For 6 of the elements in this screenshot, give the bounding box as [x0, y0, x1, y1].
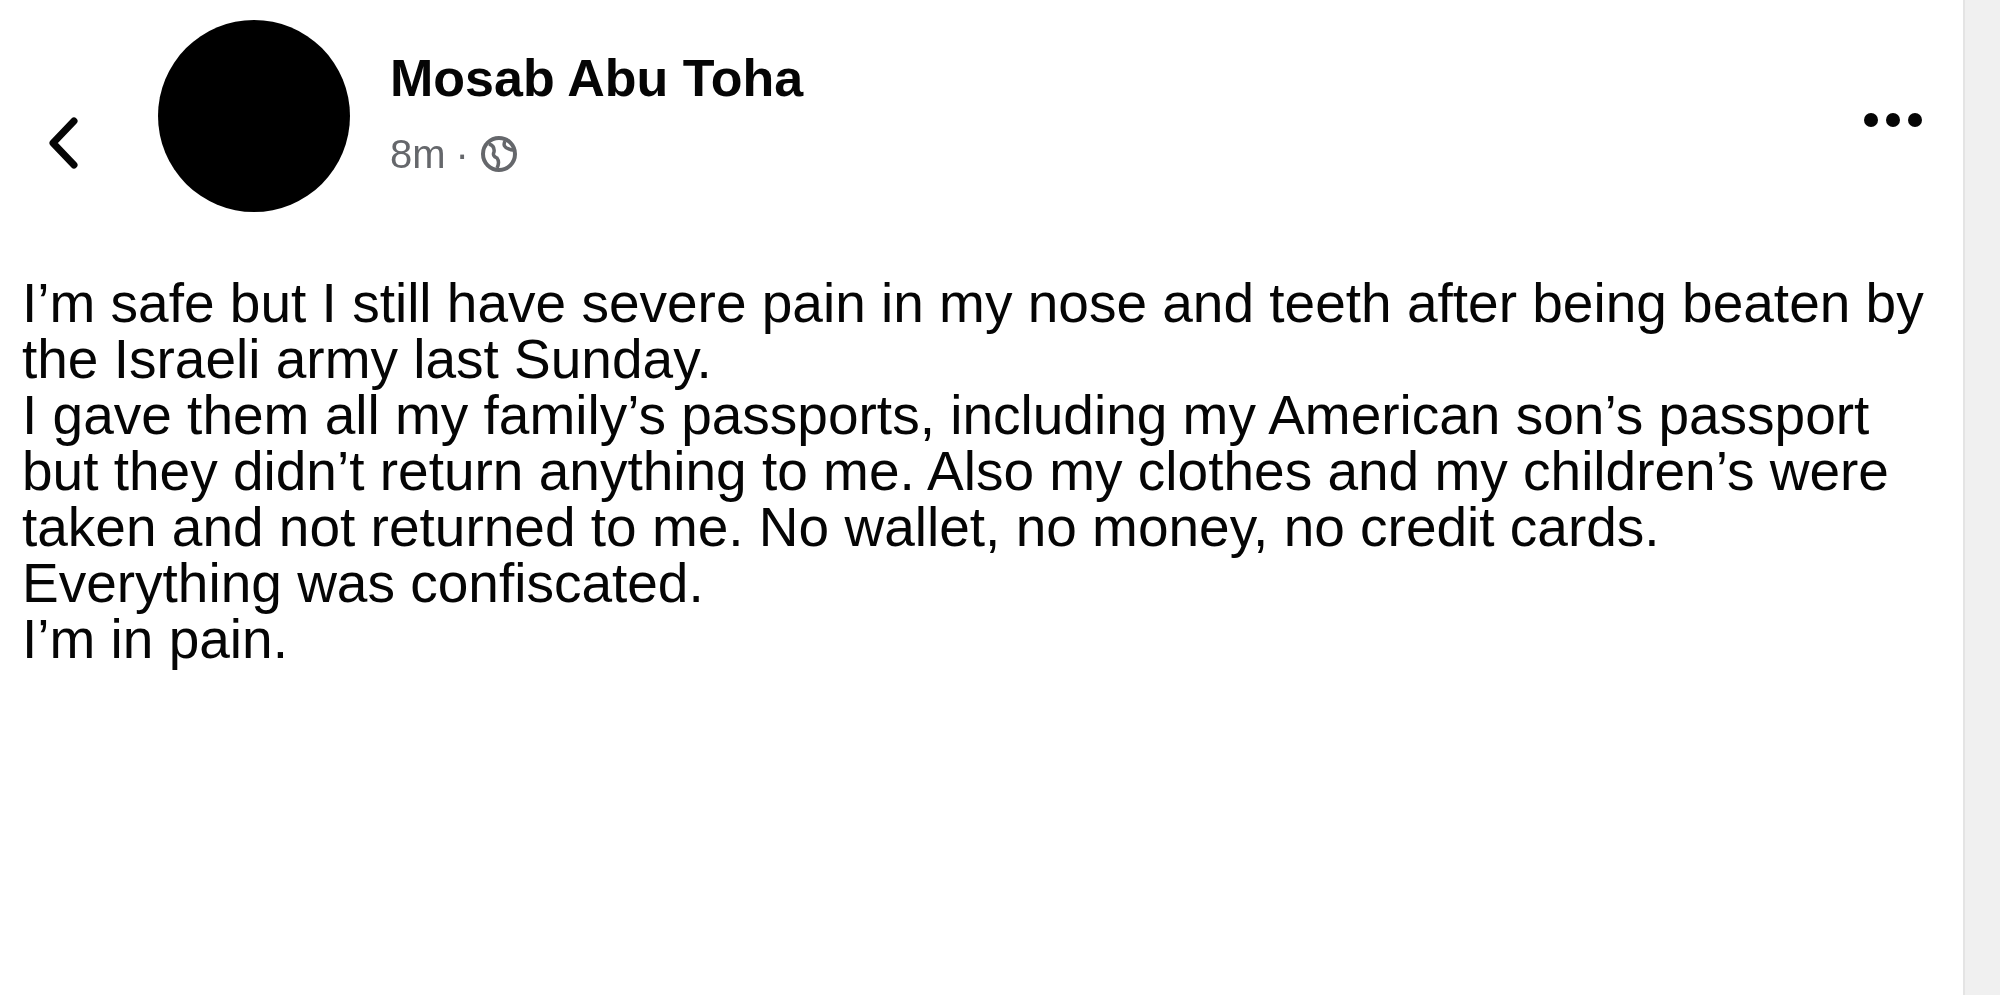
more-icon — [1863, 112, 1923, 128]
author-name[interactable]: Mosab Abu Toha — [390, 48, 804, 108]
separator: · — [455, 131, 469, 178]
globe-icon — [478, 134, 519, 174]
back-icon — [48, 117, 78, 169]
post-time[interactable]: 8m — [390, 130, 446, 178]
